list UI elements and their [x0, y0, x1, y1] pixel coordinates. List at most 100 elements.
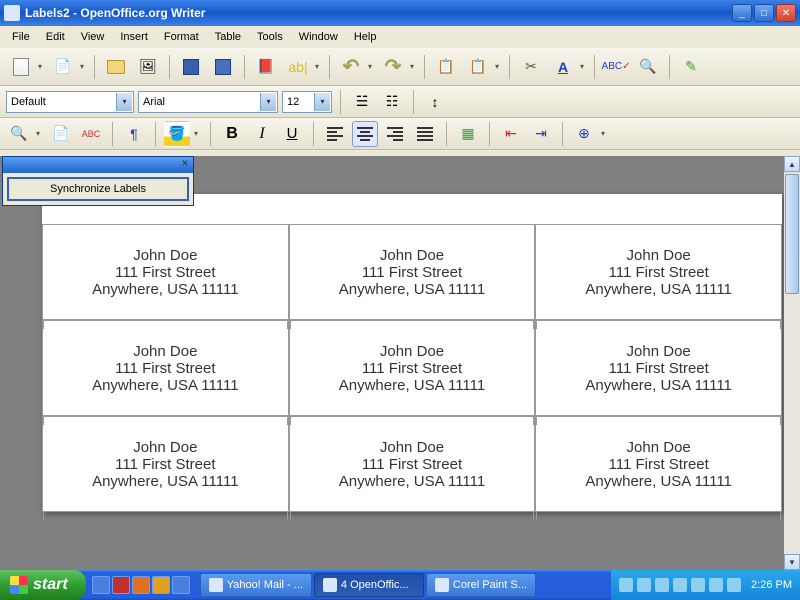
redo-dropdown[interactable]: ▾ [410, 62, 418, 71]
quick-launch-icon[interactable] [152, 576, 170, 594]
menu-insert[interactable]: Insert [112, 28, 156, 46]
menu-format[interactable]: Format [156, 28, 207, 46]
font-size-combo[interactable]: 12▾ [282, 91, 332, 113]
font-color-button[interactable]: A [548, 52, 578, 82]
document-viewport[interactable]: John Doe 111 First Street Anywhere, USA … [0, 156, 784, 570]
tray-icon[interactable] [727, 578, 741, 592]
label-name: John Doe [627, 439, 691, 456]
font-name-combo[interactable]: Arial▾ [138, 91, 278, 113]
decrease-indent-button[interactable]: ⇤ [498, 121, 524, 147]
save-as-button[interactable] [208, 52, 238, 82]
undo-dropdown[interactable]: ▾ [368, 62, 376, 71]
underline-button[interactable]: U [279, 121, 305, 147]
print-preview-button[interactable]: 📄 [48, 121, 74, 147]
insert-table-button[interactable]: ▦ [455, 121, 481, 147]
start-button[interactable]: start [0, 570, 86, 600]
templates-dropdown[interactable]: ▾ [80, 62, 88, 71]
templates-button[interactable]: 📄 [48, 52, 78, 82]
autospell-button[interactable]: ABC [78, 121, 104, 147]
undo-button[interactable]: ↶ [336, 52, 366, 82]
close-button[interactable]: ✕ [776, 4, 796, 22]
menu-edit[interactable]: Edit [38, 28, 73, 46]
taskbar-task-yahoo[interactable]: Yahoo! Mail - ... [200, 573, 312, 597]
scroll-thumb[interactable] [785, 174, 799, 294]
paste-dropdown[interactable]: ▾ [495, 62, 503, 71]
menu-window[interactable]: Window [291, 28, 346, 46]
zoom-button[interactable]: 🔍 [6, 121, 32, 147]
navigator-button[interactable]: ⊕ [571, 121, 597, 147]
vertical-scrollbar[interactable]: ▲ ▼ [784, 156, 800, 570]
taskbar-clock[interactable]: 2:26 PM [751, 579, 792, 591]
align-right-button[interactable] [382, 121, 408, 147]
align-left-button[interactable] [322, 121, 348, 147]
bg-color-dropdown[interactable]: ▾ [194, 129, 202, 138]
zoom-dropdown[interactable]: ▾ [36, 129, 44, 138]
label-cell[interactable]: John Doe 111 First Street Anywhere, USA … [289, 320, 536, 416]
increase-indent-button[interactable]: ⇥ [528, 121, 554, 147]
menu-help[interactable]: Help [346, 28, 385, 46]
cut-button[interactable]: ✂ [516, 52, 546, 82]
label-cell[interactable]: John Doe 111 First Street Anywhere, USA … [535, 320, 782, 416]
taskbar-task-corel[interactable]: Corel Paint S... [426, 573, 536, 597]
scroll-down-button[interactable]: ▼ [784, 554, 800, 570]
number-list-button[interactable]: ☷ [379, 89, 405, 115]
toolbar-overflow[interactable]: ▾ [601, 129, 609, 138]
new-doc-dropdown[interactable]: ▾ [38, 62, 46, 71]
tray-icon[interactable] [619, 578, 633, 592]
synchronize-labels-button[interactable]: Synchronize Labels [7, 177, 189, 201]
bold-button[interactable]: B [219, 121, 245, 147]
menu-table[interactable]: Table [207, 28, 249, 46]
paragraph-style-combo[interactable]: Default▾ [6, 91, 134, 113]
highlight-button[interactable]: ab| [283, 52, 313, 82]
paste-button[interactable]: 📋 [463, 52, 493, 82]
formatting-marks-button[interactable]: ¶ [121, 121, 147, 147]
label-cell[interactable]: John Doe 111 First Street Anywhere, USA … [289, 224, 536, 320]
open-button[interactable] [101, 52, 131, 82]
tray-icon[interactable] [673, 578, 687, 592]
align-justify-button[interactable] [412, 121, 438, 147]
copy-button[interactable]: 📋 [431, 52, 461, 82]
find-button[interactable]: 🔍 [633, 52, 663, 82]
menu-view[interactable]: View [73, 28, 113, 46]
line-spacing-button[interactable]: ↕ [422, 89, 448, 115]
italic-button[interactable]: I [249, 121, 275, 147]
export-pdf-button[interactable]: 📕 [251, 52, 281, 82]
label-cell[interactable]: John Doe 111 First Street Anywhere, USA … [535, 416, 782, 512]
maximize-button[interactable]: □ [754, 4, 774, 22]
label-cell[interactable]: John Doe 111 First Street Anywhere, USA … [42, 224, 289, 320]
scroll-up-button[interactable]: ▲ [784, 156, 800, 172]
label-cell[interactable]: John Doe 111 First Street Anywhere, USA … [535, 224, 782, 320]
tray-icon[interactable] [691, 578, 705, 592]
quick-launch-icon[interactable] [132, 576, 150, 594]
tray-icon[interactable] [655, 578, 669, 592]
sync-panel-close-icon[interactable]: ✕ [179, 157, 191, 169]
spellcheck-button[interactable]: ABC✓ [601, 52, 631, 82]
new-doc-button[interactable] [6, 52, 36, 82]
redo-button[interactable]: ↷ [378, 52, 408, 82]
save-button[interactable] [176, 52, 206, 82]
synchronize-labels-panel[interactable]: ✕ Synchronize Labels [2, 156, 194, 206]
label-cell[interactable]: John Doe 111 First Street Anywhere, USA … [42, 416, 289, 512]
menu-file[interactable]: File [4, 28, 38, 46]
tray-icon[interactable] [637, 578, 651, 592]
label-cell[interactable]: John Doe 111 First Street Anywhere, USA … [42, 320, 289, 416]
page[interactable]: John Doe 111 First Street Anywhere, USA … [42, 194, 782, 512]
sync-panel-titlebar[interactable]: ✕ [3, 157, 193, 173]
quick-launch-icon[interactable] [172, 576, 190, 594]
bullet-list-button[interactable]: ☱ [349, 89, 375, 115]
taskbar-task-openoffice[interactable]: 4 OpenOffic... [314, 573, 424, 597]
align-center-button[interactable] [352, 121, 378, 147]
gallery-button[interactable]: 🖼 [133, 52, 163, 82]
highlight-dropdown[interactable]: ▾ [315, 62, 323, 71]
quick-launch [86, 576, 196, 594]
quick-launch-icon[interactable] [92, 576, 110, 594]
bg-color-button[interactable]: 🪣 [164, 121, 190, 147]
menu-tools[interactable]: Tools [249, 28, 291, 46]
drawing-button[interactable]: ✎ [676, 52, 706, 82]
label-cell[interactable]: John Doe 111 First Street Anywhere, USA … [289, 416, 536, 512]
quick-launch-icon[interactable] [112, 576, 130, 594]
minimize-button[interactable]: _ [732, 4, 752, 22]
tray-icon[interactable] [709, 578, 723, 592]
font-color-dropdown[interactable]: ▾ [580, 62, 588, 71]
label-city: Anywhere, USA 11111 [339, 281, 485, 298]
